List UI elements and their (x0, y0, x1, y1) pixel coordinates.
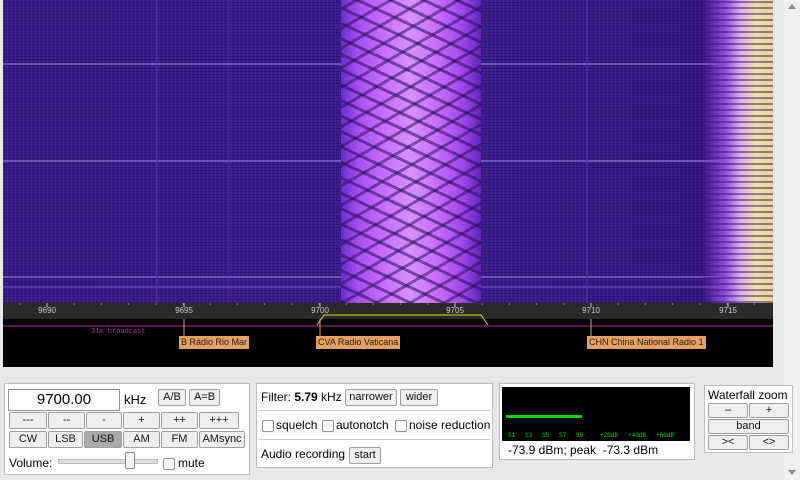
frequency-unit: kHz (124, 392, 147, 407)
filter-unit: kHz (321, 390, 342, 404)
step-down-large-button[interactable]: --- (9, 412, 47, 429)
noise-reduction-checkbox[interactable] (395, 420, 407, 432)
station-tag-vaticana[interactable]: CVA Radio Vaticana (316, 336, 401, 349)
recording-start-button[interactable]: start (349, 447, 381, 464)
smeter-label-s7: S7 (559, 432, 567, 439)
autonotch-checkbox[interactable] (322, 420, 334, 432)
filter-label: Filter: (261, 390, 291, 404)
filter-row: Filter: 5.79 kHz (261, 390, 342, 404)
a-equals-b-button[interactable]: A=B (189, 389, 220, 406)
filter-value: 5.79 (294, 390, 318, 404)
waterfall-signal-vatican (341, 0, 481, 303)
smeter-label-60db: +60dB (656, 432, 675, 439)
frequency-scale[interactable]: 9690 9695 9700 9705 9710 9715 31m broadc… (3, 303, 773, 367)
waterfall-carrier-line (228, 0, 230, 303)
mode-cw-button[interactable]: CW (9, 431, 47, 448)
waterfall-display[interactable] (3, 0, 773, 303)
squelch-label: squelch (276, 418, 318, 432)
volume-label: Volume: (9, 456, 53, 470)
mute-checkbox[interactable] (163, 458, 175, 470)
band-label: 31m broadcast (91, 328, 146, 336)
filter-divider (259, 410, 490, 411)
station-tag-china[interactable]: CHN China National Radio 1 (587, 336, 706, 349)
mode-fm-button[interactable]: FM (161, 431, 198, 448)
step-up-large-button[interactable]: +++ (199, 412, 239, 429)
tick-label-9710: 9710 (582, 306, 600, 315)
autonotch-label: autonotch (336, 418, 389, 432)
noise-reduction-label: noise reduction (409, 418, 491, 432)
audio-recording-label: Audio recording (261, 447, 346, 461)
frequency-input[interactable]: 9700.00 (8, 389, 120, 411)
smeter-scale: S1 S3 S5 S7 S9 +20dB +40dB +60dB (508, 432, 688, 441)
scrollbar-down-arrow[interactable] (788, 470, 796, 475)
mute-label: mute (178, 456, 205, 470)
step-down-medium-button[interactable]: -- (48, 412, 85, 429)
zoom-band-button[interactable]: band (708, 419, 789, 434)
smeter-readout: -73.9 dBm; peak -73.3 dBm (508, 443, 659, 457)
waterfall-signal-china (703, 0, 773, 303)
squelch-checkbox[interactable] (262, 420, 274, 432)
tick-label-9690: 9690 (38, 306, 56, 315)
volume-slider-track[interactable] (58, 459, 158, 464)
mode-lsb-button[interactable]: LSB (48, 431, 83, 448)
mode-am-button[interactable]: AM (123, 431, 160, 448)
zoom-out-button[interactable]: – (708, 403, 748, 418)
volume-slider-thumb[interactable] (124, 452, 135, 469)
options-divider (259, 439, 490, 440)
smeter-label-s3: S3 (525, 432, 533, 439)
tick-label-9695: 9695 (175, 306, 193, 315)
ab-button[interactable]: A/B (158, 389, 186, 406)
smeter-level-bar (506, 415, 582, 418)
tick-label-9705: 9705 (446, 306, 464, 315)
smeter-label-s9: S9 (576, 432, 584, 439)
waterfall-carrier-line (156, 0, 158, 303)
scrollbar-up-arrow[interactable] (788, 4, 796, 9)
step-up-medium-button[interactable]: ++ (161, 412, 198, 429)
smeter-label-20db: +20dB (600, 432, 619, 439)
tick-label-9700: 9700 (311, 306, 329, 315)
step-down-small-button[interactable]: - (86, 412, 122, 429)
mode-usb-button[interactable]: USB (84, 431, 122, 448)
smeter-label-s1: S1 (508, 432, 516, 439)
frequency-scale-svg: 9690 9695 9700 9705 9710 9715 31m broadc… (3, 303, 773, 343)
narrower-button[interactable]: narrower (345, 389, 397, 406)
zoom-right-button[interactable]: <> (749, 435, 789, 450)
tick-label-9715: 9715 (719, 306, 737, 315)
scale-ruler (3, 303, 773, 319)
waterfall-zoom-title: Waterfall zoom (708, 388, 788, 402)
smeter-label-s5: S5 (542, 432, 550, 439)
waterfall-carrier-line (586, 0, 588, 303)
zoom-in-button[interactable]: + (749, 403, 789, 418)
mode-amsync-button[interactable]: AMsync (199, 431, 245, 448)
wider-button[interactable]: wider (400, 389, 438, 406)
station-tag-rio-mar[interactable]: B Rádio Rio Mar (179, 336, 250, 349)
zoom-left-button[interactable]: >< (708, 435, 748, 450)
smeter-label-40db: +40dB (628, 432, 647, 439)
smeter-display: S1 S3 S5 S7 S9 +20dB +40dB +60dB (502, 387, 690, 441)
step-up-small-button[interactable]: + (123, 412, 160, 429)
